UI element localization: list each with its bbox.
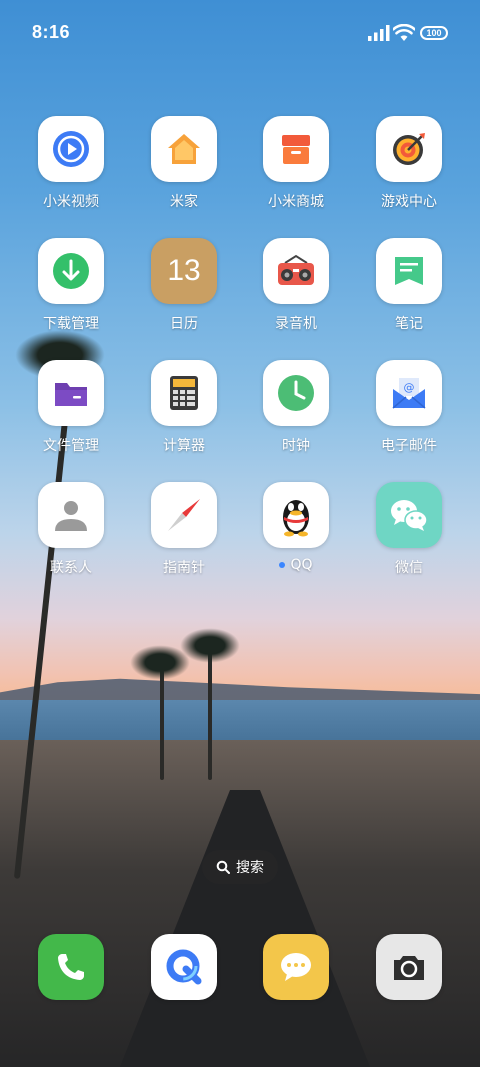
target-icon: [376, 116, 442, 182]
app-recorder[interactable]: 录音机: [241, 238, 351, 333]
dock-browser[interactable]: [129, 934, 239, 1000]
dock-camera[interactable]: [354, 934, 464, 1000]
download-icon: [38, 238, 104, 304]
search-label: 搜索: [236, 860, 264, 876]
app-label: 下载管理: [43, 316, 99, 332]
app-label: 小米商城: [268, 194, 324, 210]
qq-penguin-icon: [263, 482, 329, 548]
app-label: QQ: [241, 557, 351, 573]
app-label: 录音机: [275, 316, 317, 332]
app-label: 微信: [395, 560, 423, 576]
app-label: 联系人: [50, 560, 92, 576]
app-label: 日历: [170, 316, 198, 332]
app-game-center[interactable]: 游戏中心: [354, 116, 464, 211]
phone-icon: [38, 934, 104, 1000]
calendar-date: 13: [167, 254, 201, 287]
status-bar: 8:16 100: [0, 0, 480, 64]
clock-icon: [263, 360, 329, 426]
app-clock[interactable]: 时钟: [241, 360, 351, 455]
store-box-icon: [263, 116, 329, 182]
wechat-icon: [376, 482, 442, 548]
app-wechat[interactable]: 微信: [354, 482, 464, 577]
video-play-icon: [38, 116, 104, 182]
dock-phone[interactable]: [16, 934, 126, 1000]
folder-icon: [38, 360, 104, 426]
signal-icon: [368, 25, 390, 41]
app-label: 笔记: [395, 316, 423, 332]
app-calculator[interactable]: 计算器: [129, 360, 239, 455]
search-button[interactable]: 搜索: [202, 850, 278, 884]
app-compass[interactable]: 指南针: [129, 482, 239, 577]
app-download-manager[interactable]: 下载管理: [16, 238, 126, 333]
app-contacts[interactable]: 联系人: [16, 482, 126, 577]
app-email[interactable]: @ 电子邮件: [354, 360, 464, 455]
app-label-text: QQ: [290, 557, 313, 573]
contact-icon: [38, 482, 104, 548]
status-time: 8:16: [32, 22, 71, 42]
app-mi-home[interactable]: 米家: [129, 116, 239, 211]
browser-icon: [151, 934, 217, 1000]
compass-icon: [151, 482, 217, 548]
wallpaper-palm-crown: [180, 628, 240, 663]
app-label: 电子邮件: [381, 438, 437, 454]
app-label: 文件管理: [43, 438, 99, 454]
app-label: 时钟: [282, 438, 310, 454]
wallpaper-palm: [160, 670, 164, 780]
battery-icon: 100: [420, 26, 448, 40]
app-qq[interactable]: QQ: [241, 482, 351, 573]
search-icon: [216, 860, 230, 874]
app-label: 计算器: [163, 438, 205, 454]
app-label: 指南针: [163, 560, 205, 576]
app-mi-store[interactable]: 小米商城: [241, 116, 351, 211]
calendar-icon: 13: [151, 238, 217, 304]
notes-icon: [376, 238, 442, 304]
message-icon: [263, 934, 329, 1000]
camera-icon: [376, 934, 442, 1000]
new-install-dot: [279, 562, 286, 568]
home-screen: 8:16 100 小米视频 米家 小米商城 游戏中心 下载管理 13 日历 录音…: [0, 0, 480, 1067]
mail-icon: @: [376, 360, 442, 426]
app-label: 小米视频: [43, 194, 99, 210]
radio-recorder-icon: [263, 238, 329, 304]
app-label: 米家: [170, 194, 198, 210]
svg-text:@: @: [404, 381, 415, 394]
calculator-icon: [151, 360, 217, 426]
app-notes[interactable]: 笔记: [354, 238, 464, 333]
app-file-manager[interactable]: 文件管理: [16, 360, 126, 455]
app-mi-video[interactable]: 小米视频: [16, 116, 126, 211]
app-calendar[interactable]: 13 日历: [129, 238, 239, 333]
wallpaper-palm: [208, 650, 212, 780]
home-icon: [151, 116, 217, 182]
wifi-icon: [393, 24, 415, 41]
dock-messages[interactable]: [241, 934, 351, 1000]
app-label: 游戏中心: [381, 194, 437, 210]
